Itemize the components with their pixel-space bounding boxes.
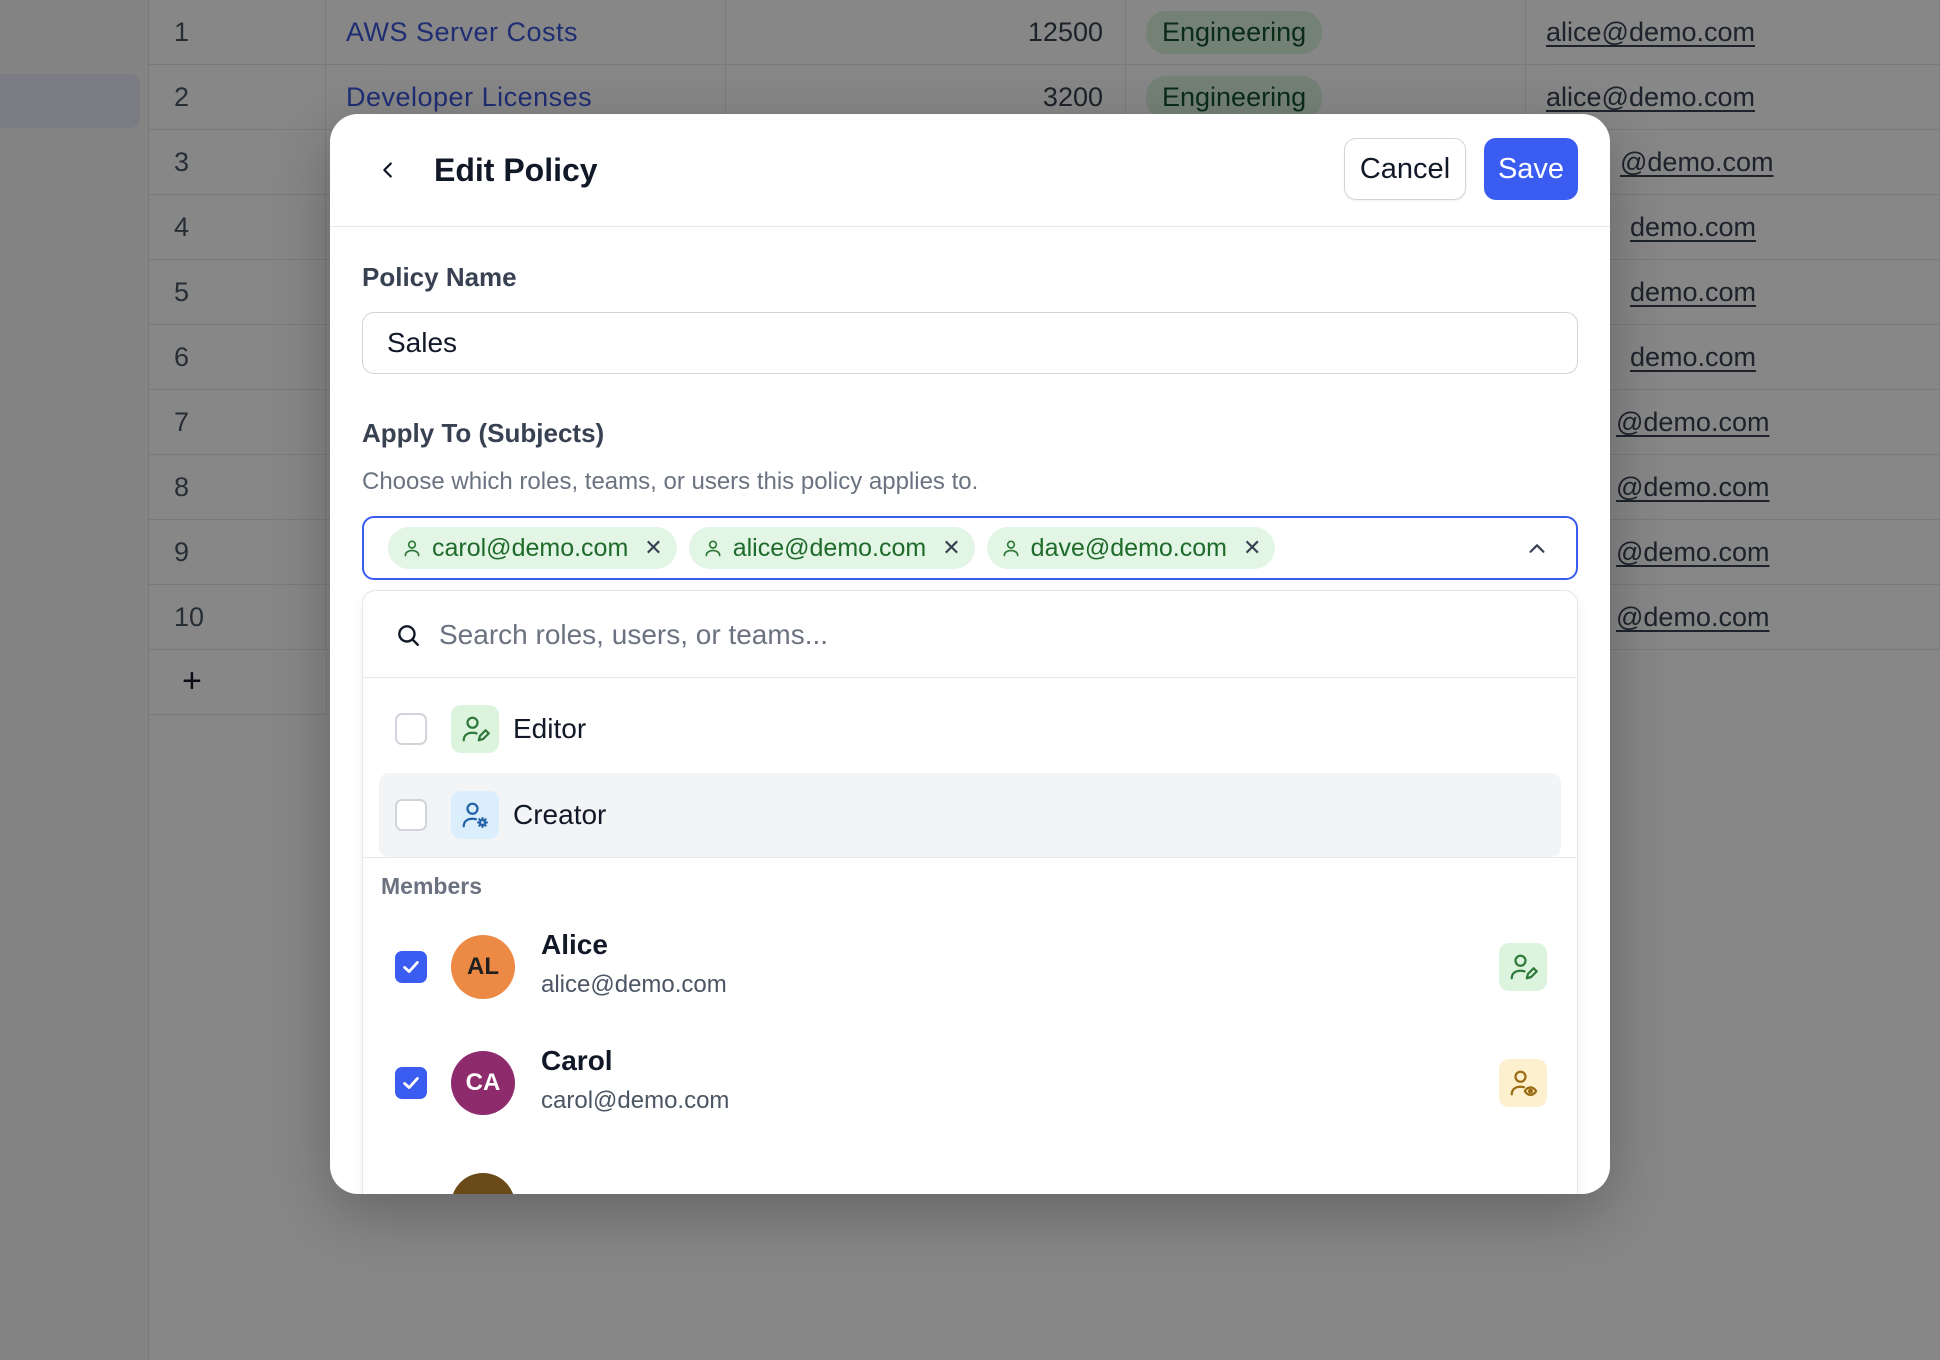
subjects-multiselect[interactable]: carol@demo.com ✕ alice@demo.com ✕ dave@d…	[362, 516, 1578, 580]
member-option-alice[interactable]: AL Alice alice@demo.com	[363, 917, 1577, 1027]
subjects-dropdown: Editor Creator Members AL Alice alice@de…	[362, 590, 1578, 1194]
members-section-label: Members	[381, 873, 482, 899]
check-icon	[403, 1077, 419, 1089]
dialog-header: Edit Policy Cancel Save	[330, 114, 1610, 227]
member-checkbox[interactable]	[395, 951, 427, 983]
user-icon	[1001, 538, 1021, 558]
avatar: CA	[451, 1051, 515, 1115]
search-input[interactable]	[437, 609, 1541, 661]
back-button[interactable]	[370, 152, 406, 188]
apply-to-label: Apply To (Subjects)	[362, 418, 605, 448]
member-option-carol[interactable]: CA Carol carol@demo.com	[363, 1033, 1577, 1143]
dropdown-search	[363, 591, 1577, 678]
role-checkbox[interactable]	[395, 799, 427, 831]
cancel-button[interactable]: Cancel	[1344, 138, 1466, 200]
apply-to-helper-text: Choose which roles, teams, or users this…	[362, 468, 979, 495]
remove-chip-icon[interactable]: ✕	[1243, 535, 1261, 561]
check-icon	[403, 961, 419, 973]
chevron-up-icon[interactable]	[1524, 536, 1550, 562]
role-option-creator[interactable]: Creator	[379, 773, 1561, 857]
role-label: Creator	[513, 799, 607, 830]
user-gear-icon	[451, 791, 499, 839]
policy-name-input[interactable]	[362, 312, 1578, 374]
user-edit-icon	[451, 705, 499, 753]
subject-chip-label: carol@demo.com	[432, 533, 629, 562]
subject-chip-label: dave@demo.com	[1030, 533, 1227, 562]
member-email: alice@demo.com	[541, 971, 727, 998]
remove-chip-icon[interactable]: ✕	[644, 535, 662, 561]
edit-policy-dialog: Edit Policy Cancel Save Policy Name Appl…	[330, 114, 1610, 1194]
member-name: Carol	[541, 1045, 613, 1076]
dropdown-divider	[363, 857, 1577, 858]
member-checkbox[interactable]	[395, 1067, 427, 1099]
subject-chip: alice@demo.com ✕	[688, 527, 975, 569]
remove-chip-icon[interactable]: ✕	[942, 535, 960, 561]
user-icon	[402, 538, 422, 558]
member-name: Alice	[541, 929, 608, 960]
policy-name-label: Policy Name	[362, 262, 517, 292]
avatar	[451, 1173, 515, 1194]
role-option-editor[interactable]: Editor	[379, 687, 1561, 771]
avatar: AL	[451, 935, 515, 999]
subject-chip: dave@demo.com ✕	[986, 527, 1276, 569]
role-checkbox[interactable]	[395, 713, 427, 745]
user-edit-icon	[1499, 943, 1547, 991]
dialog-title: Edit Policy	[434, 152, 598, 188]
role-label: Editor	[513, 713, 587, 744]
subject-chip: carol@demo.com ✕	[388, 527, 677, 569]
save-button[interactable]: Save	[1484, 138, 1578, 200]
search-icon	[395, 622, 421, 648]
subject-chip-label: alice@demo.com	[732, 533, 927, 562]
chevron-left-icon	[383, 162, 392, 178]
member-email: carol@demo.com	[541, 1087, 730, 1114]
user-icon	[703, 538, 723, 558]
user-eye-icon	[1499, 1059, 1547, 1107]
